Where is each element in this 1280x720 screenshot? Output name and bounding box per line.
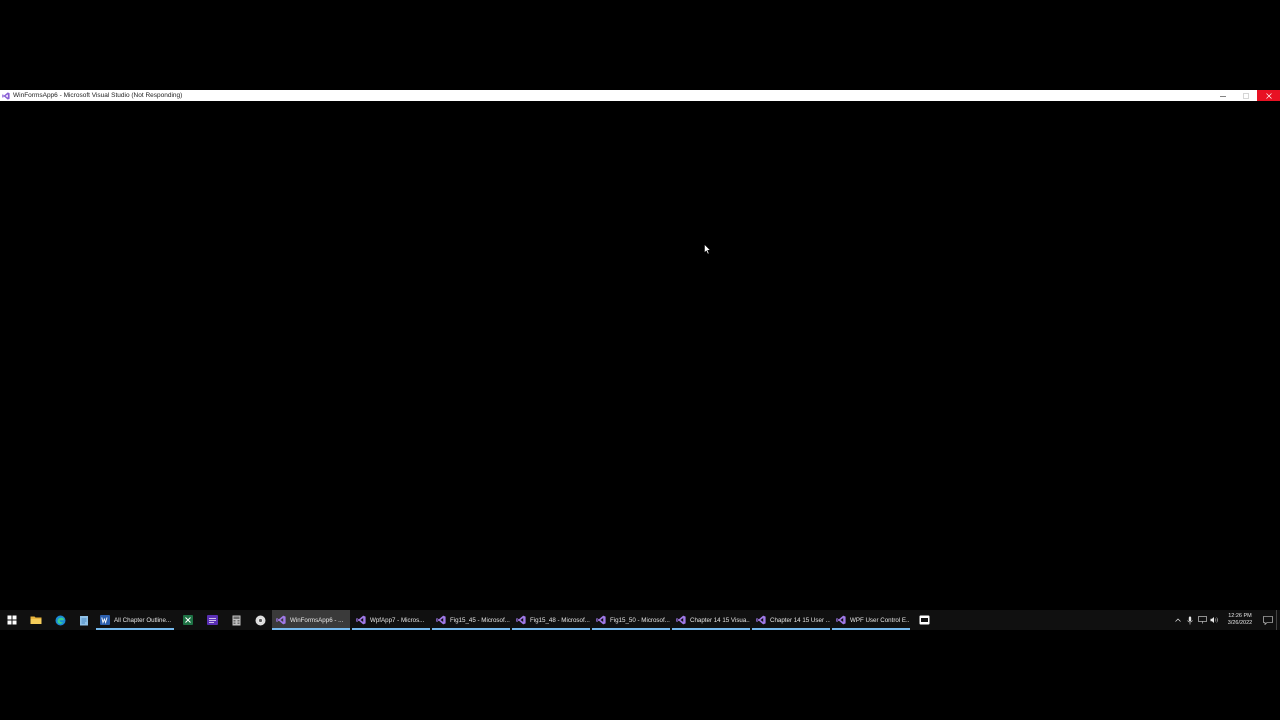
close-button[interactable] <box>1257 90 1280 101</box>
window-title-bar[interactable]: WinFormsApp6 - Microsoft Visual Studio (… <box>0 90 1280 101</box>
folder-icon <box>30 616 42 624</box>
system-tray: 12:26 PM 3/26/2022 <box>1172 610 1280 630</box>
visual-studio-icon <box>516 615 526 625</box>
maximize-icon <box>1242 92 1249 99</box>
visual-studio-icon <box>836 615 846 625</box>
taskbar-app-winformsapp6[interactable]: WinFormsApp6 - ... <box>272 610 350 630</box>
letterbox-bottom <box>0 630 1280 720</box>
taskbar-app-label: Fig15_48 - Microsof... <box>530 616 590 624</box>
chrome-icon <box>255 615 265 625</box>
close-icon <box>1265 92 1272 99</box>
word-icon <box>100 615 110 625</box>
taskbar-app-chapter-visual[interactable]: Chapter 14 15 Visua... <box>672 610 750 630</box>
visual-studio-icon <box>436 615 446 625</box>
microphone-button[interactable] <box>1184 610 1196 630</box>
clock-time: 12:26 PM <box>1228 613 1252 619</box>
taskbar-app-wpf-user-control[interactable]: WPF User Control E... <box>832 610 910 630</box>
excel-icon <box>183 615 193 625</box>
calculator-button[interactable] <box>224 610 248 630</box>
file-explorer-button[interactable] <box>24 610 48 630</box>
desktop-screen: WinFormsApp6 - Microsoft Visual Studio (… <box>0 0 1280 720</box>
show-hidden-icons-button[interactable] <box>1172 610 1184 630</box>
visual-studio-icon <box>206 615 218 625</box>
chevron-up-icon <box>1175 618 1181 622</box>
taskbar-app-label: WinFormsApp6 - ... <box>290 616 344 624</box>
notepad-icon <box>80 615 88 625</box>
taskbar-app-label: Chapter 14 15 Visua... <box>690 616 750 624</box>
windows-start-icon <box>7 615 17 625</box>
screen-recorder-icon <box>919 615 929 625</box>
start-button[interactable] <box>0 610 24 630</box>
taskbar-app-word[interactable]: All Chapter Outline... <box>96 610 174 630</box>
window-client-area[interactable] <box>0 101 1280 610</box>
show-desktop-button[interactable] <box>1276 610 1280 630</box>
edge-icon <box>55 615 65 625</box>
taskbar-app-label: All Chapter Outline... <box>114 616 172 624</box>
taskbar-app-label: WPF User Control E... <box>850 616 910 624</box>
taskbar-app-wpfapp7[interactable]: WpfApp7 - Micros... <box>352 610 430 630</box>
taskbar-app-fig15-50[interactable]: Fig15_50 - Microsof... <box>592 610 670 630</box>
taskbar-app-label: Fig15_50 - Microsof... <box>610 616 670 624</box>
excel-button[interactable] <box>176 610 200 630</box>
taskbar-app-fig15-45[interactable]: Fig15_45 - Microsof... <box>432 610 510 630</box>
chrome-button[interactable] <box>248 610 272 630</box>
volume-button[interactable] <box>1208 610 1220 630</box>
taskbar-app-label: Chapter 14 15 User ... <box>770 616 830 624</box>
taskbar-app-chapter-user[interactable]: Chapter 14 15 User ... <box>752 610 830 630</box>
visual-studio-icon <box>756 615 766 625</box>
action-center-button[interactable] <box>1260 610 1276 630</box>
visual-studio-icon <box>276 615 286 625</box>
taskbar-clock[interactable]: 12:26 PM 3/26/2022 <box>1222 610 1258 630</box>
visual-studio-icon <box>356 615 366 625</box>
mouse-pointer-icon <box>704 242 711 255</box>
minimize-button[interactable] <box>1211 90 1234 101</box>
window-title: WinFormsApp6 - Microsoft Visual Studio (… <box>13 92 183 99</box>
edge-button[interactable] <box>48 610 72 630</box>
visual-studio-icon <box>2 91 10 100</box>
taskbar-app-label: Fig15_45 - Microsof... <box>450 616 510 624</box>
taskbar: All Chapter Outline... WinFormsApp6 - ..… <box>0 610 1280 630</box>
calculator-icon <box>232 615 240 625</box>
screen-recorder-button[interactable] <box>912 610 936 630</box>
maximize-button[interactable] <box>1234 90 1257 101</box>
notification-icon <box>1263 615 1273 625</box>
clock-date: 3/26/2022 <box>1227 620 1253 626</box>
visual-studio-icon <box>676 615 686 625</box>
notepad-button[interactable] <box>72 610 96 630</box>
network-button[interactable] <box>1196 610 1208 630</box>
volume-icon <box>1210 617 1218 623</box>
microphone-icon <box>1187 616 1193 624</box>
visual-studio-pinned-button[interactable] <box>200 610 224 630</box>
network-icon <box>1197 616 1207 624</box>
taskbar-app-fig15-48[interactable]: Fig15_48 - Microsof... <box>512 610 590 630</box>
visual-studio-icon <box>596 615 606 625</box>
taskbar-app-label: WpfApp7 - Micros... <box>370 616 425 624</box>
minimize-icon <box>1219 95 1226 97</box>
